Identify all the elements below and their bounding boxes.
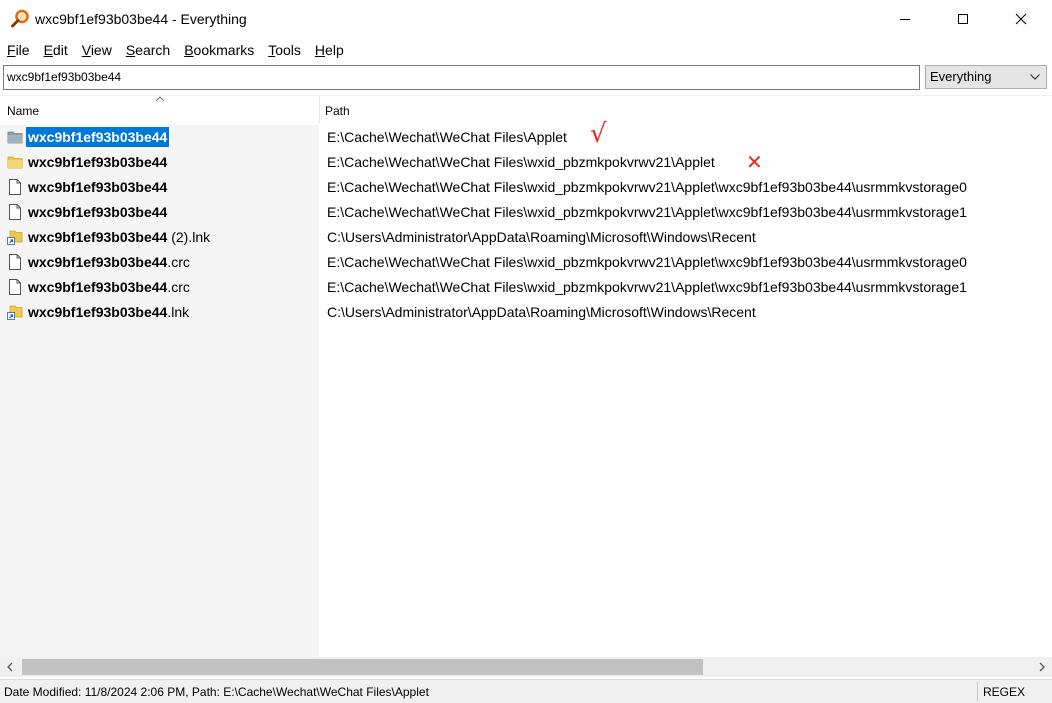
result-name: wxc9bf1ef93b03be44.crc — [28, 254, 190, 270]
column-divider[interactable] — [319, 96, 320, 124]
result-name-match: wxc9bf1ef93b03be44 — [28, 279, 168, 295]
menu-label-rest: earch — [135, 42, 171, 58]
result-name: wxc9bf1ef93b03be44 — [24, 126, 171, 148]
menu-accelerator: H — [314, 42, 326, 58]
result-path: E:\Cache\Wechat\WeChat Files\Applet — [327, 129, 567, 145]
result-row[interactable]: wxc9bf1ef93b03be44 E:\Cache\Wechat\WeChat… — [0, 119, 1052, 150]
result-row[interactable]: wxc9bf1ef93b03be44.crc E:\Cache\Wechat\We… — [0, 250, 1052, 275]
folder-icon — [7, 156, 23, 169]
chevron-left-icon — [7, 662, 13, 672]
result-row[interactable]: wxc9bf1ef93b03be44 E:\Cache\Wechat\WeChat… — [0, 150, 1052, 175]
sort-ascending-icon — [155, 96, 165, 102]
result-name: wxc9bf1ef93b03be44 — [28, 204, 167, 220]
result-path: E:\Cache\Wechat\WeChat Files\wxid_pbzmkp… — [327, 154, 715, 170]
chevron-right-icon — [1039, 662, 1045, 672]
menu-accelerator: E — [43, 42, 53, 58]
magnifier-icon — [11, 9, 29, 28]
filter-dropdown[interactable]: Everything — [925, 65, 1047, 89]
menu-bar: File Edit View Search Bookmarks Tools Help — [0, 39, 1052, 62]
result-row[interactable]: wxc9bf1ef93b03be44.crc E:\Cache\Wechat\We… — [0, 275, 1052, 300]
menu-file[interactable]: File — [7, 39, 30, 62]
result-path: C:\Users\Administrator\AppData\Roaming\M… — [327, 304, 756, 320]
title-bar: wxc9bf1ef93b03be44 - Everything — [0, 0, 1052, 38]
result-name: wxc9bf1ef93b03be44 (2).lnk — [28, 229, 210, 245]
menu-help[interactable]: Help — [315, 39, 344, 62]
menu-label-rest: ookmarks — [193, 42, 255, 58]
cross-mark-annotation: ✕ — [746, 150, 763, 174]
status-bar: Date Modified: 11/8/2024 2:06 PM, Path: … — [0, 679, 1052, 703]
result-name-match: wxc9bf1ef93b03be44 — [28, 179, 168, 195]
result-row[interactable]: wxc9bf1ef93b03be44 (2).lnk C:\Users\Admin… — [0, 225, 1052, 250]
status-divider — [977, 682, 978, 701]
result-name: wxc9bf1ef93b03be44 — [28, 179, 167, 195]
result-name-match: wxc9bf1ef93b03be44 — [28, 254, 168, 270]
result-name-match: wxc9bf1ef93b03be44 — [28, 154, 168, 170]
menu-label-rest: iew — [90, 42, 112, 58]
result-name-match: wxc9bf1ef93b03be44 — [28, 304, 168, 320]
chevron-down-icon — [1030, 74, 1040, 80]
close-icon — [1015, 13, 1027, 25]
result-name-suffix: .crc — [167, 254, 190, 270]
menu-bookmarks[interactable]: Bookmarks — [184, 39, 254, 62]
minimize-icon — [900, 19, 910, 20]
menu-accelerator: B — [184, 42, 194, 58]
check-mark-annotation: √ — [590, 119, 607, 149]
menu-label-rest: ools — [275, 42, 301, 58]
result-path: E:\Cache\Wechat\WeChat Files\wxid_pbzmkp… — [327, 204, 967, 220]
column-header-path[interactable]: Path — [325, 104, 350, 118]
minimize-button[interactable] — [876, 0, 934, 38]
shortcut-icon — [7, 305, 23, 320]
maximize-button[interactable] — [934, 0, 992, 38]
result-row[interactable]: wxc9bf1ef93b03be44 E:\Cache\Wechat\WeChat… — [0, 200, 1052, 225]
shortcut-icon — [7, 230, 23, 245]
status-text: Date Modified: 11/8/2024 2:06 PM, Path: … — [4, 685, 429, 699]
file-icon — [9, 279, 21, 295]
menu-accelerator: S — [125, 42, 136, 58]
menu-search[interactable]: Search — [126, 39, 170, 62]
menu-label-rest: elp — [325, 42, 344, 58]
menu-label-rest: ile — [15, 42, 30, 58]
result-name-match: wxc9bf1ef93b03be44 — [28, 129, 168, 145]
result-path: E:\Cache\Wechat\WeChat Files\wxid_pbzmkp… — [327, 254, 967, 270]
folder-icon — [7, 131, 23, 144]
regex-indicator[interactable]: REGEX — [983, 685, 1025, 699]
close-button[interactable] — [992, 0, 1050, 38]
menu-tools[interactable]: Tools — [268, 39, 301, 62]
result-name: wxc9bf1ef93b03be44.lnk — [28, 304, 189, 320]
result-path: E:\Cache\Wechat\WeChat Files\wxid_pbzmkp… — [327, 179, 967, 195]
result-name-suffix: .lnk — [167, 304, 190, 320]
maximize-icon — [958, 14, 968, 24]
horizontal-scrollbar[interactable] — [0, 657, 1052, 677]
scrollbar-thumb[interactable] — [22, 659, 703, 675]
result-name-suffix: .crc — [167, 279, 190, 295]
file-icon — [9, 179, 21, 195]
menu-label-rest: dit — [52, 42, 68, 58]
menu-view[interactable]: View — [82, 39, 112, 62]
column-header-row: Name Path — [0, 96, 1052, 124]
scroll-right-button[interactable] — [1032, 657, 1052, 677]
result-name-suffix: (2).lnk — [167, 229, 211, 245]
result-name: wxc9bf1ef93b03be44 — [28, 154, 167, 170]
result-name-match: wxc9bf1ef93b03be44 — [28, 229, 168, 245]
result-row[interactable]: wxc9bf1ef93b03be44 E:\Cache\Wechat\WeChat… — [0, 175, 1052, 200]
menu-edit[interactable]: Edit — [44, 39, 68, 62]
result-name-match: wxc9bf1ef93b03be44 — [28, 204, 168, 220]
result-name: wxc9bf1ef93b03be44.crc — [28, 279, 190, 295]
result-path: C:\Users\Administrator\AppData\Roaming\M… — [327, 229, 756, 245]
window-title: wxc9bf1ef93b03be44 - Everything — [35, 11, 247, 27]
result-path: E:\Cache\Wechat\WeChat Files\wxid_pbzmkp… — [327, 279, 967, 295]
scroll-left-button[interactable] — [0, 657, 20, 677]
menu-accelerator: F — [7, 42, 16, 58]
file-icon — [9, 204, 21, 220]
filter-selected-value: Everything — [930, 69, 992, 84]
result-row[interactable]: wxc9bf1ef93b03be44.lnk C:\Users\Administr… — [0, 300, 1052, 325]
file-icon — [9, 254, 21, 270]
menu-accelerator: V — [81, 42, 91, 58]
column-header-name[interactable]: Name — [7, 104, 39, 118]
search-input[interactable]: wxc9bf1ef93b03be44 — [3, 65, 920, 90]
